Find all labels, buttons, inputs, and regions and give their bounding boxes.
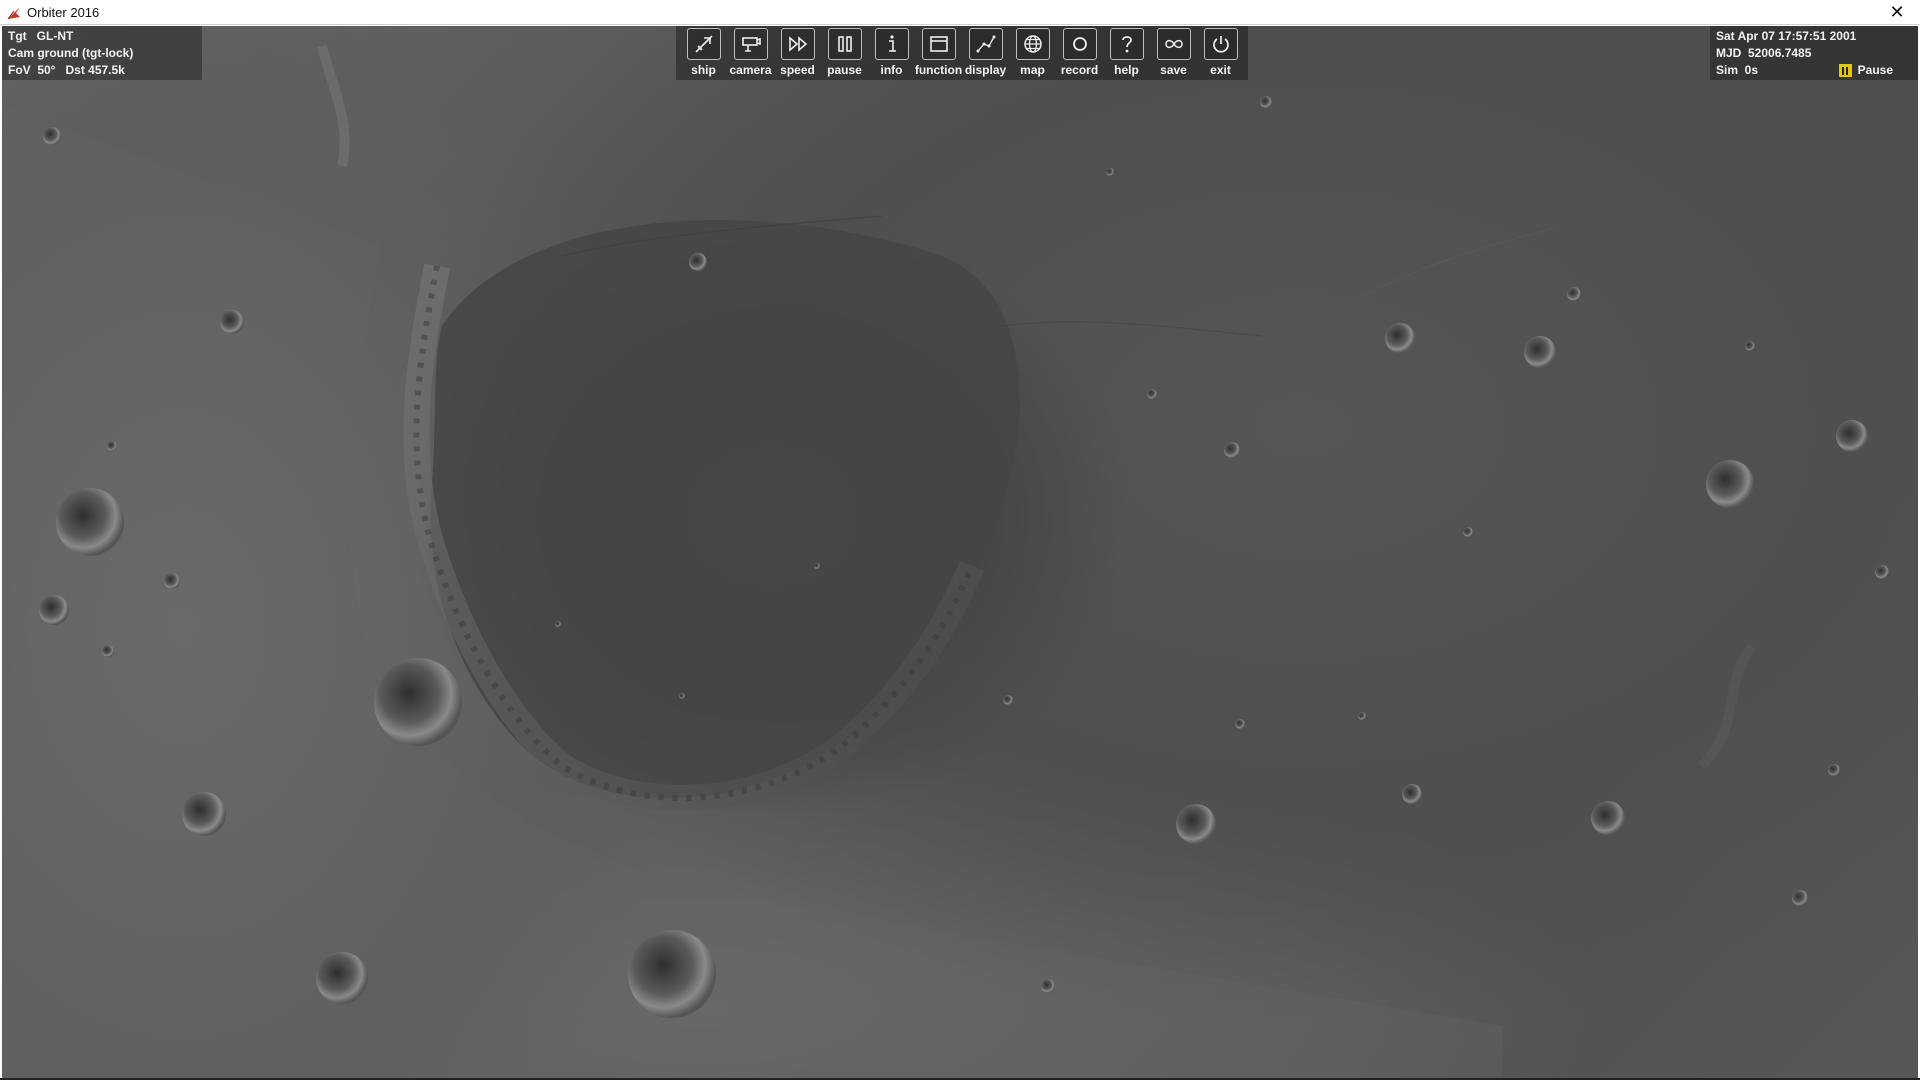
orbiter-window: Orbiter 2016 ✕ Tgt GL-NT Cam ground (tgt… (0, 0, 1920, 1080)
3d-viewport-lunar-surface[interactable]: Tgt GL-NT Cam ground (tgt-lock) FoV 50° … (2, 26, 1918, 1078)
save-infinity-icon (1156, 28, 1191, 60)
display-stars-icon (968, 28, 1003, 60)
exit-label: exit (1210, 63, 1231, 77)
record-circle-icon (1062, 28, 1097, 60)
hud-time-info: Sat Apr 07 17:57:51 2001 MJD 52006.7485 … (1710, 26, 1918, 80)
function-button[interactable]: function (914, 28, 963, 77)
fast-forward-icon (780, 28, 815, 60)
title-bar[interactable]: Orbiter 2016 ✕ (0, 0, 1920, 25)
hud-target: Tgt GL-NT (8, 29, 74, 43)
info-icon (874, 28, 909, 60)
help-button[interactable]: help (1104, 28, 1150, 77)
hud-mjd: MJD 52006.7485 (1716, 46, 1812, 60)
orbiter-app-icon (7, 7, 20, 20)
camera-icon (733, 28, 768, 60)
speed-button[interactable]: speed (775, 28, 821, 77)
pause-label: pause (827, 63, 862, 77)
hud-camera-mode: Cam ground (tgt-lock) (8, 46, 134, 60)
map-button[interactable]: map (1010, 28, 1056, 77)
ship-icon (686, 28, 721, 60)
speed-label: speed (780, 63, 815, 77)
pause-indicator-icon (1838, 64, 1852, 77)
lunar-terrain (2, 44, 1889, 1078)
hud-camera-info: Tgt GL-NT Cam ground (tgt-lock) FoV 50° … (2, 26, 202, 80)
question-mark-icon (1109, 28, 1144, 60)
help-label: help (1114, 63, 1139, 77)
function-window-icon (921, 28, 956, 60)
ship-button[interactable]: ship (681, 28, 727, 77)
close-button[interactable]: ✕ (1874, 0, 1920, 25)
save-label: save (1160, 63, 1187, 77)
pause-indicator: Pause (1838, 62, 1893, 79)
camera-button[interactable]: camera (728, 28, 774, 77)
exit-button[interactable]: exit (1198, 28, 1244, 77)
main-toolbar: ship camera speed pause info function di… (676, 26, 1248, 80)
map-label: map (1020, 63, 1045, 77)
pause-icon (827, 28, 862, 60)
record-button[interactable]: record (1057, 28, 1103, 77)
camera-label: camera (729, 63, 772, 77)
function-label: function (914, 63, 963, 77)
pause-button[interactable]: pause (822, 28, 868, 77)
save-button[interactable]: save (1151, 28, 1197, 77)
hud-fov-distance: FoV 50° Dst 457.5k (8, 63, 125, 77)
hud-date: Sat Apr 07 17:57:51 2001 (1716, 29, 1857, 43)
info-label: info (880, 63, 903, 77)
record-label: record (1060, 63, 1099, 77)
power-icon (1203, 28, 1238, 60)
globe-icon (1015, 28, 1050, 60)
info-button[interactable]: info (869, 28, 915, 77)
display-label: display (964, 63, 1007, 77)
pause-indicator-label: Pause (1857, 63, 1893, 77)
window-title: Orbiter 2016 (27, 5, 100, 20)
ship-label: ship (691, 63, 716, 77)
display-button[interactable]: display (963, 28, 1009, 77)
